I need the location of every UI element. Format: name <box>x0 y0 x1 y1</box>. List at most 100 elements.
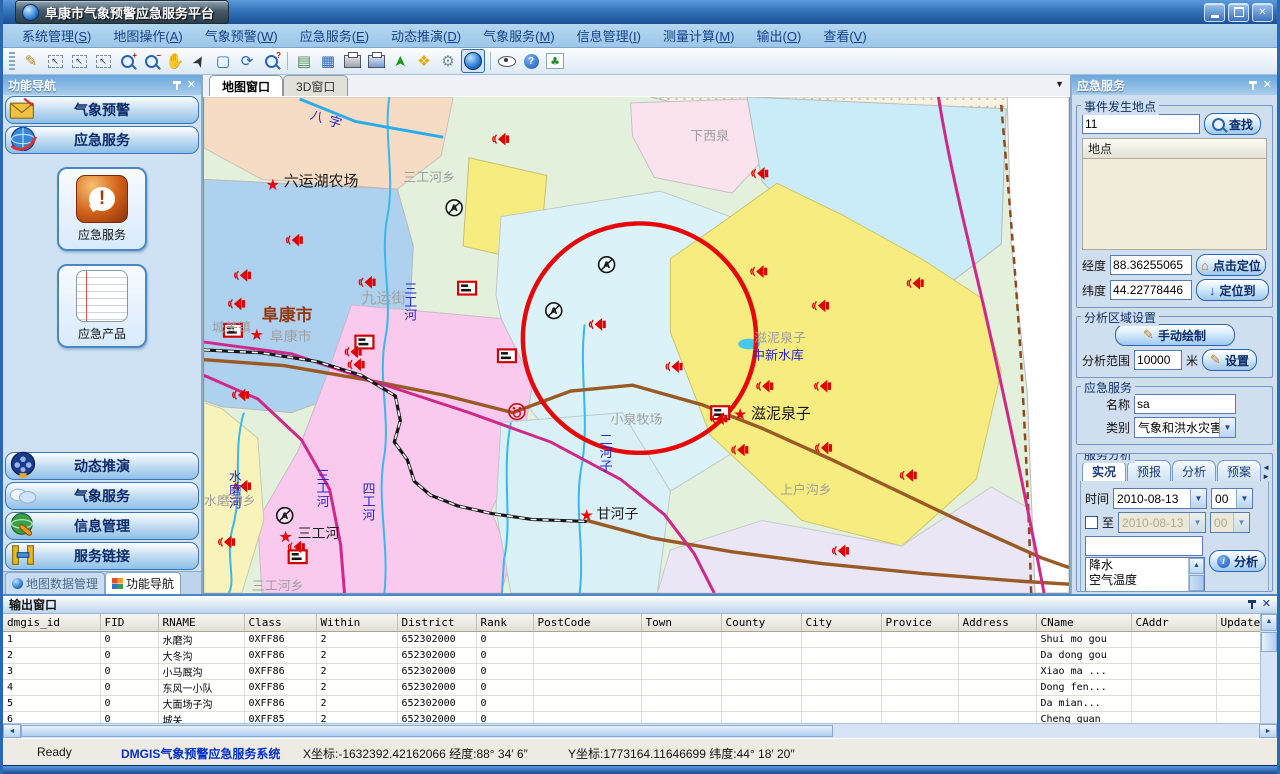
menu-info-management[interactable]: 信息管理(I) <box>566 24 652 47</box>
column-header[interactable]: Provice <box>881 614 958 632</box>
column-header[interactable]: FID <box>100 614 158 632</box>
menu-measure-calc[interactable]: 测量计算(M) <box>652 24 746 47</box>
dropdown-arrow-icon[interactable]: ▼ <box>1190 489 1206 508</box>
column-header[interactable]: Class <box>244 614 316 632</box>
map-canvas[interactable]: AAAA★★★★★八字六运湖农场三工河乡下西泉九运街阜康市城关镇阜康市滋泥泉子中… <box>203 97 1070 594</box>
menu-system-management[interactable]: 系统管理(S) <box>11 24 102 47</box>
close-icon[interactable]: ✕ <box>1262 599 1271 610</box>
restore-button[interactable] <box>1228 3 1249 22</box>
tab-live[interactable]: 实况 <box>1082 460 1126 481</box>
zoom-in-icon[interactable]: + <box>116 50 138 72</box>
scroll-thumb[interactable] <box>1261 632 1277 652</box>
service-type-select[interactable]: 气象和洪水灾害 ▼ <box>1134 417 1236 438</box>
help-icon[interactable]: ? <box>520 50 542 72</box>
search-button[interactable]: 查找 <box>1204 113 1261 135</box>
emergency-service-button[interactable]: ! 应急服务 <box>57 167 147 251</box>
latitude-input[interactable] <box>1110 280 1192 300</box>
table-row[interactable]: 30小马厩沟0XFF8626523020000Xiao ma ... <box>3 664 1260 680</box>
column-header[interactable]: District <box>397 614 476 632</box>
nav-group-info-management[interactable]: 信息管理 <box>5 512 199 540</box>
range-input[interactable] <box>1134 350 1182 370</box>
analyze-button[interactable]: i 分析 <box>1209 550 1266 572</box>
column-header[interactable]: Update <box>1216 614 1260 632</box>
tab-forecast[interactable]: 预报 <box>1127 460 1171 481</box>
pin-icon[interactable] <box>173 81 181 90</box>
table-row[interactable]: 10水磨沟0XFF8626523020000Shui mo gou <box>3 632 1260 648</box>
minimize-button[interactable] <box>1204 3 1225 22</box>
export-map-icon[interactable]: ♣ <box>544 50 566 72</box>
to-hour-select[interactable]: 00 ▼ <box>1210 512 1250 533</box>
pan-icon[interactable]: ✋ <box>164 50 186 72</box>
add-marker-icon[interactable]: ❖ <box>413 50 435 72</box>
select-poly-icon[interactable]: ↖ <box>92 50 114 72</box>
column-header[interactable]: PostCode <box>533 614 641 632</box>
close-button[interactable]: ✕ <box>1252 3 1273 22</box>
menu-map-operation[interactable]: 地图操作(A) <box>102 24 193 47</box>
longitude-input[interactable] <box>1110 255 1192 275</box>
tab-overflow-icon[interactable]: ▼ <box>1055 79 1064 89</box>
toolbar-drag-handle[interactable] <box>9 52 15 70</box>
location-list[interactable] <box>1082 159 1267 250</box>
nav-group-service-link[interactable]: 服务链接 <box>5 542 199 570</box>
tab-map-window[interactable]: 地图窗口 <box>209 75 283 96</box>
print-preview-icon[interactable] <box>365 50 387 72</box>
tab-3d-window[interactable]: 3D窗口 <box>283 75 348 96</box>
column-header[interactable]: Town <box>641 614 721 632</box>
tab-analysis[interactable]: 分析 <box>1172 460 1216 481</box>
basemap-icon[interactable]: ▦ <box>317 50 339 72</box>
select-arrow-icon[interactable]: ↖ <box>44 50 66 72</box>
element-filter-input[interactable] <box>1085 536 1203 556</box>
column-header[interactable]: CName <box>1036 614 1131 632</box>
table-row[interactable]: 50大面场子沟0XFF8626523020000Da mian... <box>3 696 1260 712</box>
scroll-thumb[interactable] <box>21 725 833 737</box>
column-header[interactable]: dmgis_id <box>3 614 100 632</box>
table-row[interactable]: 60城关0XFF8526523020000Cheng guan <box>3 712 1260 724</box>
menu-view[interactable]: 查看(V) <box>812 24 877 47</box>
zoom-out-icon[interactable]: − <box>140 50 162 72</box>
close-icon[interactable]: ✕ <box>187 80 196 91</box>
measure-icon[interactable]: ✎ <box>20 50 42 72</box>
globe-tool-icon[interactable] <box>461 49 485 73</box>
scroll-left-icon[interactable]: ◄ <box>3 724 21 738</box>
nav-group-dynamic-deduction[interactable]: 动态推演 <box>5 452 199 480</box>
column-header[interactable]: Address <box>958 614 1036 632</box>
table-vscrollbar[interactable]: ▲ <box>1260 614 1277 723</box>
hour-select[interactable]: 00 ▼ <box>1211 488 1253 509</box>
table-hscrollbar[interactable]: ◄ ► <box>3 723 1277 738</box>
layer-manager-icon[interactable]: ▤ <box>293 50 315 72</box>
settings-gear-icon[interactable]: ⚙ <box>437 50 459 72</box>
element-list[interactable]: 降水 空气温度 ▲ <box>1085 557 1205 592</box>
column-header[interactable]: County <box>721 614 801 632</box>
nav-group-weather-service[interactable]: 气象服务 <box>5 482 199 510</box>
column-header[interactable]: City <box>801 614 881 632</box>
close-icon[interactable]: ✕ <box>1263 80 1272 91</box>
print-icon[interactable] <box>341 50 363 72</box>
emergency-product-button[interactable]: 应急产品 <box>57 264 147 348</box>
dropdown-arrow-icon[interactable]: ▼ <box>1236 489 1252 508</box>
service-name-input[interactable] <box>1134 394 1236 414</box>
location-list-header[interactable]: 地点 <box>1082 138 1267 159</box>
visibility-eye-icon[interactable] <box>496 50 518 72</box>
click-locate-button[interactable]: ⌂ 点击定位 <box>1196 254 1266 276</box>
menu-weather-service[interactable]: 气象服务(M) <box>472 24 566 47</box>
nav-group-emergency-service[interactable]: 应急服务 <box>5 126 199 154</box>
menu-emergency-service[interactable]: 应急服务(E) <box>289 24 380 47</box>
table-row[interactable]: 20大冬沟0XFF8626523020000Da dong gou <box>3 648 1260 664</box>
tab-map-data-management[interactable]: 地图数据管理 <box>5 572 105 594</box>
column-header[interactable]: RNAME <box>158 614 244 632</box>
dropdown-arrow-icon[interactable]: ▼ <box>1219 418 1235 437</box>
pin-icon[interactable] <box>1248 600 1256 609</box>
nav-group-weather-warning[interactable]: 气象预警 <box>5 96 199 124</box>
menu-dynamic-deduction[interactable]: 动态推演(D) <box>380 24 472 47</box>
pointer-icon[interactable]: ➤ <box>188 50 210 72</box>
scroll-right-icon[interactable]: ► <box>1259 724 1277 738</box>
list-item[interactable]: 降水 <box>1086 558 1188 573</box>
table-row[interactable]: 40东风一小队0XFF8626523020000Dong fen... <box>3 680 1260 696</box>
to-date-select[interactable]: 2010-08-13 ▼ <box>1118 512 1206 533</box>
column-header[interactable]: CAddr <box>1131 614 1216 632</box>
event-search-input[interactable] <box>1082 114 1200 134</box>
flash-locate-icon[interactable]: ➤ <box>389 50 411 72</box>
column-header[interactable]: Within <box>316 614 397 632</box>
menu-weather-warning[interactable]: 气象预警(W) <box>194 24 289 47</box>
list-scrollbar[interactable]: ▲ <box>1188 558 1204 592</box>
